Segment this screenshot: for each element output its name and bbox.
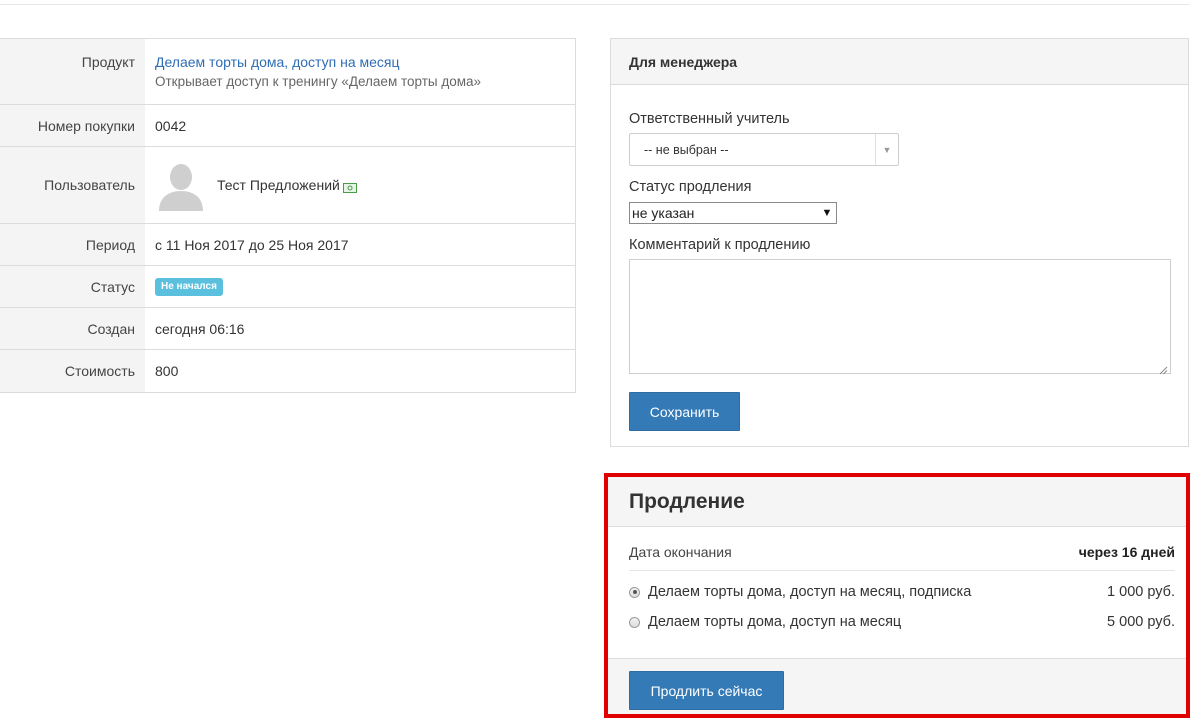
purchase-number-value: 0042 — [155, 117, 187, 134]
manager-panel-title: Для менеджера — [611, 39, 1188, 85]
created-label: Создан — [0, 308, 145, 349]
purchase-number-label: Номер покупки — [0, 105, 145, 146]
chevron-down-icon[interactable]: ▼ — [875, 134, 898, 165]
user-avatar-icon[interactable] — [155, 159, 207, 211]
renewal-option-label[interactable]: Делаем торты дома, доступ на месяц — [648, 614, 901, 630]
resize-handle-icon[interactable] — [1159, 362, 1168, 375]
end-date-label: Дата окончания — [629, 544, 732, 560]
product-label: Продукт — [0, 39, 145, 104]
money-icon[interactable] — [342, 180, 357, 193]
renewal-title: Продление — [608, 477, 1186, 527]
renewal-option[interactable]: Делаем торты дома, доступ на месяц 5 000… — [629, 614, 1175, 630]
radio-selected-icon[interactable] — [629, 586, 640, 598]
renew-status-label: Статус продления — [629, 179, 752, 195]
renew-status-select[interactable]: не указан ▼ — [629, 202, 837, 224]
radio-unselected-icon[interactable] — [629, 616, 640, 628]
cost-label: Стоимость — [0, 350, 145, 392]
user-row: Пользователь Тест Предложений — [0, 146, 575, 223]
cost-row: Стоимость 800 — [0, 349, 575, 392]
renewal-panel: Продление Дата окончания через 16 дней Д… — [604, 473, 1190, 718]
teacher-select[interactable]: -- не выбран -- ▼ — [629, 133, 899, 166]
renewal-option-price: 1 000 руб. — [1107, 584, 1175, 600]
created-value: сегодня 06:16 — [155, 320, 245, 337]
status-label: Статус — [0, 266, 145, 307]
product-link[interactable]: Делаем торты дома, доступ на месяц — [155, 52, 400, 72]
purchase-info-table: Продукт Делаем торты дома, доступ на мес… — [0, 38, 576, 393]
renewal-option[interactable]: Делаем торты дома, доступ на месяц, подп… — [629, 584, 1175, 600]
renewal-option-label[interactable]: Делаем торты дома, доступ на месяц, подп… — [648, 584, 971, 600]
comment-textarea[interactable] — [629, 259, 1171, 375]
end-date-value: через 16 дней — [1078, 544, 1175, 560]
period-row: Период с 11 Ноя 2017 до 25 Ноя 2017 — [0, 223, 575, 265]
status-row: Статус Не начался — [0, 265, 575, 307]
renew-now-button[interactable]: Продлить сейчас — [629, 671, 784, 710]
save-button[interactable]: Сохранить — [629, 392, 740, 431]
renewal-option-price: 5 000 руб. — [1107, 614, 1175, 630]
purchase-number-row: Номер покупки 0042 — [0, 104, 575, 146]
status-badge: Не начался — [155, 277, 223, 296]
period-value: с 11 Ноя 2017 до 25 Ноя 2017 — [155, 236, 349, 253]
teacher-label: Ответственный учитель — [629, 111, 790, 127]
manager-panel: Для менеджера Ответственный учитель -- н… — [610, 38, 1189, 447]
product-description: Открывает доступ к тренингу «Делаем торт… — [155, 73, 482, 89]
top-divider — [0, 4, 1190, 5]
end-date-row: Дата окончания через 16 дней — [629, 544, 1175, 571]
dropdown-arrow-icon[interactable]: ▼ — [818, 207, 836, 219]
product-row: Продукт Делаем торты дома, доступ на мес… — [0, 39, 575, 104]
cost-value: 800 — [155, 363, 179, 379]
user-name-link[interactable]: Тест Предложений — [217, 177, 340, 193]
created-row: Создан сегодня 06:16 — [0, 307, 575, 349]
renewal-footer: Продлить сейчас — [608, 658, 1186, 714]
renew-status-value: не указан — [632, 205, 695, 221]
comment-label: Комментарий к продлению — [629, 237, 811, 253]
user-label: Пользователь — [0, 147, 145, 223]
teacher-select-value: -- не выбран -- — [644, 142, 729, 157]
period-label: Период — [0, 224, 145, 265]
